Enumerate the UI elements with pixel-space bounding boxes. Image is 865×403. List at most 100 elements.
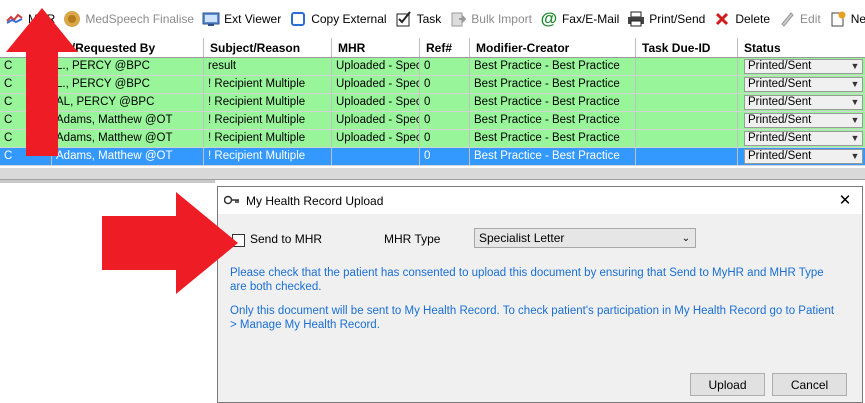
cell-modifier: Best Practice - Best Practice <box>470 76 636 93</box>
splitter[interactable] <box>0 180 215 183</box>
task-button[interactable]: Task <box>395 6 441 32</box>
copy-external-button[interactable]: Copy External <box>289 6 387 32</box>
cell-modifier: Best Practice - Best Practice <box>470 148 636 165</box>
column-header-ref[interactable]: Ref# <box>420 38 470 57</box>
copy-external-label: Copy External <box>311 11 387 26</box>
cell-task <box>636 58 738 75</box>
table-row[interactable]: C L., PERCY @BPC ! Recipient Multiple Up… <box>0 76 865 94</box>
table-row[interactable]: C L., PERCY @BPC result Uploaded - Spec … <box>0 58 865 76</box>
red-arrow-right-annotation <box>102 192 238 294</box>
mhr-type-select[interactable]: Specialist Letter ⌄ <box>474 228 696 248</box>
chevron-down-icon: ▼ <box>850 97 860 107</box>
consent-message: Please check that the patient has consen… <box>230 267 824 293</box>
documents-grid: To/Requested By Subject/Reason MHR Ref# … <box>0 38 865 166</box>
cell-mhr: Uploaded - Spec <box>332 130 420 147</box>
status-select[interactable]: Printed/Sent ▼ <box>744 59 863 74</box>
new-button[interactable]: New <box>829 6 865 32</box>
cell-modifier: Best Practice - Best Practice <box>470 58 636 75</box>
ext-viewer-button[interactable]: Ext Viewer <box>202 6 281 32</box>
print-send-button[interactable]: Print/Send <box>627 6 705 32</box>
copy-icon <box>289 10 307 28</box>
chevron-down-icon: ▼ <box>850 133 860 143</box>
cell-ref: 0 <box>420 148 470 165</box>
printer-icon <box>627 10 645 28</box>
dialog-title-bar: My Health Record Upload ✕ <box>218 187 862 214</box>
cell-status: Printed/Sent ▼ <box>738 58 865 75</box>
fax-email-icon: @ <box>540 8 558 28</box>
dialog-title: My Health Record Upload <box>246 193 384 208</box>
status-value: Printed/Sent <box>748 114 812 126</box>
fax-email-button[interactable]: @ Fax/E-Mail <box>540 6 620 32</box>
edit-icon <box>778 10 796 28</box>
chevron-down-icon: ▼ <box>850 151 860 161</box>
cell-status: Printed/Sent ▼ <box>738 112 865 129</box>
cell-status: Printed/Sent ▼ <box>738 94 865 111</box>
ext-viewer-label: Ext Viewer <box>224 11 282 26</box>
cell-ref: 0 <box>420 94 470 111</box>
cancel-button[interactable]: Cancel <box>772 373 847 396</box>
cell-status: Printed/Sent ▼ <box>738 130 865 147</box>
status-select[interactable]: Printed/Sent ▼ <box>744 149 863 164</box>
status-select[interactable]: Printed/Sent ▼ <box>744 95 863 110</box>
chevron-down-icon: ▼ <box>850 61 860 71</box>
cell-task <box>636 112 738 129</box>
delete-label: Delete <box>735 11 771 26</box>
cell-status: Printed/Sent ▼ <box>738 76 865 93</box>
fax-email-label: Fax/E-Mail <box>561 11 620 26</box>
cell-ref: 0 <box>420 130 470 147</box>
cell-mhr <box>332 148 420 165</box>
new-icon <box>829 10 847 28</box>
status-value: Printed/Sent <box>748 96 812 108</box>
cell-task <box>636 148 738 165</box>
cell-modifier: Best Practice - Best Practice <box>470 130 636 147</box>
delete-icon <box>713 10 731 28</box>
column-header-modifier[interactable]: Modifier-Creator <box>470 38 636 57</box>
column-header-status[interactable]: Status <box>738 38 865 57</box>
cell-subject: ! Recipient Multiple <box>204 130 332 147</box>
bulk-import-label: Bulk Import <box>471 11 532 26</box>
table-row-selected[interactable]: C Adams, Matthew @OT ! Recipient Multipl… <box>0 148 865 166</box>
status-value: Printed/Sent <box>748 78 812 90</box>
ext-viewer-icon <box>202 10 220 28</box>
delete-button[interactable]: Delete <box>713 6 770 32</box>
table-row[interactable]: C AL, PERCY @BPC ! Recipient Multiple Up… <box>0 94 865 112</box>
participation-message: Only this document will be sent to My He… <box>230 305 835 331</box>
cell-task <box>636 130 738 147</box>
task-icon <box>395 10 413 28</box>
edit-button[interactable]: Edit <box>778 6 821 32</box>
cell-status: Printed/Sent ▼ <box>738 148 865 165</box>
column-header-subject[interactable]: Subject/Reason <box>204 38 332 57</box>
new-label: New <box>850 11 865 26</box>
red-arrow-up-annotation <box>6 8 78 156</box>
bulk-import-icon <box>449 10 467 28</box>
edit-label: Edit <box>800 11 821 26</box>
cell-subject: ! Recipient Multiple <box>204 148 332 165</box>
column-header-mhr[interactable]: MHR <box>332 38 420 57</box>
table-row[interactable]: C Adams, Matthew @OT ! Recipient Multipl… <box>0 112 865 130</box>
cell-task <box>636 76 738 93</box>
cell-mhr: Uploaded - Spec <box>332 58 420 75</box>
grid-footer-band <box>0 168 865 180</box>
chevron-down-icon: ▼ <box>850 115 860 125</box>
column-header-task[interactable]: Task Due-ID <box>636 38 738 57</box>
close-icon[interactable]: ✕ <box>836 191 854 209</box>
grid-header: To/Requested By Subject/Reason MHR Ref# … <box>0 38 865 58</box>
upload-button[interactable]: Upload <box>690 373 765 396</box>
cell-modifier: Best Practice - Best Practice <box>470 112 636 129</box>
cell-subject: ! Recipient Multiple <box>204 94 332 111</box>
cell-ref: 0 <box>420 112 470 129</box>
bulk-import-button[interactable]: Bulk Import <box>449 6 532 32</box>
app-window: MHR MedSpeech Finalise Ext Viewer Copy E… <box>0 0 865 403</box>
mhr-type-label: MHR Type <box>384 232 441 246</box>
status-select[interactable]: Printed/Sent ▼ <box>744 113 863 128</box>
mhr-type-value: Specialist Letter <box>479 231 565 245</box>
print-send-label: Print/Send <box>649 11 706 26</box>
table-row[interactable]: C Adams, Matthew @OT ! Recipient Multipl… <box>0 130 865 148</box>
status-select[interactable]: Printed/Sent ▼ <box>744 131 863 146</box>
send-to-mhr-label[interactable]: Send to MHR <box>250 232 322 246</box>
status-select[interactable]: Printed/Sent ▼ <box>744 77 863 92</box>
mhr-upload-dialog: My Health Record Upload ✕ Send to MHR MH… <box>217 186 863 403</box>
cell-modifier: Best Practice - Best Practice <box>470 94 636 111</box>
toolbar: MHR MedSpeech Finalise Ext Viewer Copy E… <box>0 0 865 37</box>
cell-mhr: Uploaded - Spec <box>332 94 420 111</box>
